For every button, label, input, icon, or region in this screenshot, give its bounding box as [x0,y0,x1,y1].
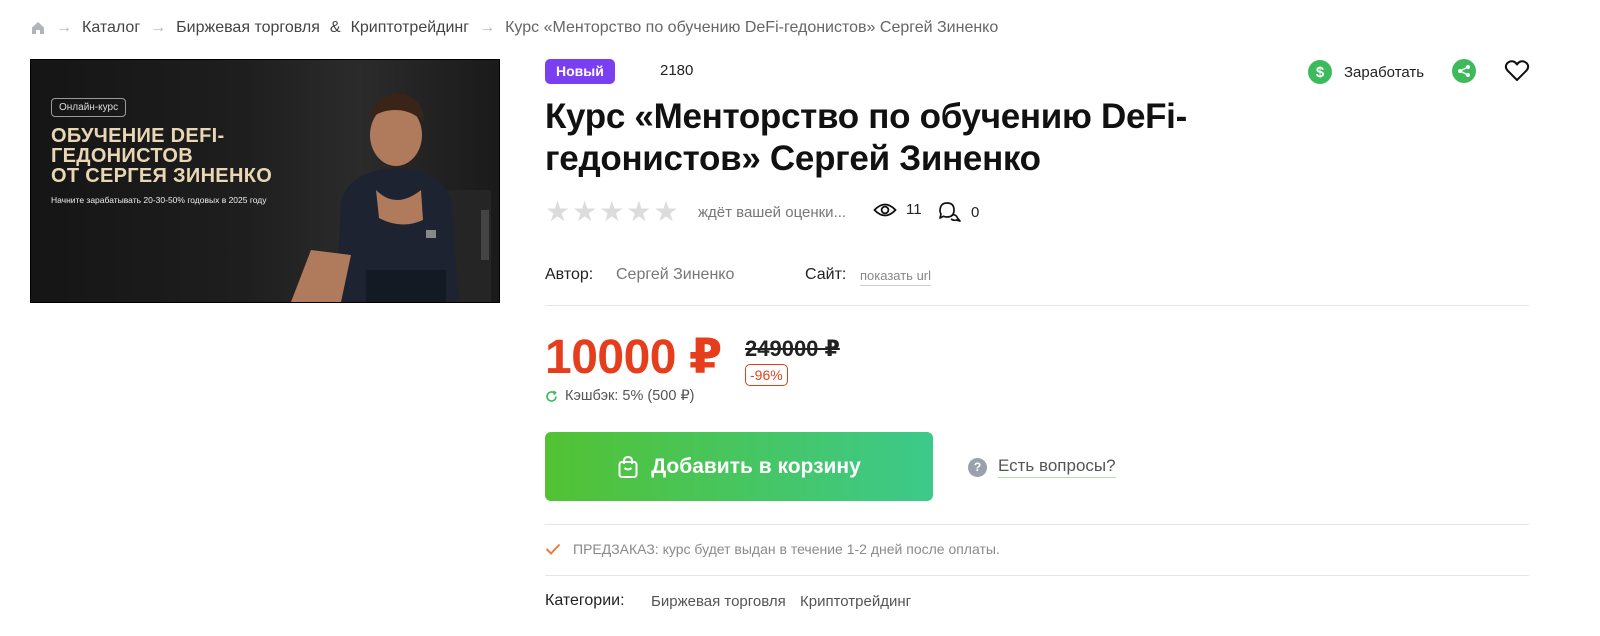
breadcrumb-current: Курс «Менторство по обучению DeFi-гедони… [505,19,999,36]
banner-heading-line2: ГЕДОНИСТОВ [51,145,193,167]
checkmark-icon [545,543,561,555]
views-value: 11 [906,201,922,218]
breadcrumb-section-b[interactable]: Криптотрейдинг [351,19,470,37]
star-icon[interactable]: ★ [572,198,597,226]
breadcrumb-catalog[interactable]: Каталог [82,19,140,37]
category-link[interactable]: Биржевая торговля [651,593,786,610]
preorder-text: ПРЕДЗАКАЗ: курс будет выдан в течение 1-… [573,541,1000,557]
comments-value: 0 [971,203,980,221]
banner-heading: ОБУЧЕНИЕ DEFI- ГЕДОНИСТОВ ОТ СЕРГЕЯ ЗИНЕ… [51,126,272,186]
site-label: Сайт: [805,266,847,283]
rating-label: ждёт вашей оценки... [698,204,847,221]
divider [545,575,1529,576]
breadcrumb: → Каталог → Биржевая торговля & Криптотр… [30,16,998,40]
banner-subtitle: Начните зарабатывать 20-30-50% годовых в… [51,195,267,205]
banner-heading-line1: ОБУЧЕНИЕ DEFI- [51,125,225,147]
banner-heading-line3: ОТ СЕРГЕЯ ЗИНЕНКО [51,165,273,187]
arrow-right-icon: → [479,19,496,36]
star-icon[interactable]: ★ [599,198,624,226]
author-label: Автор: [545,266,594,283]
star-icon[interactable]: ★ [653,198,678,226]
divider [545,305,1529,306]
shopping-bag-icon [618,455,638,478]
show-url-link[interactable]: показать url [860,268,932,286]
refresh-icon [546,390,557,402]
earn-link[interactable]: $ Заработать [1308,59,1424,85]
divider [545,524,1529,525]
presenter-portrait [291,93,491,302]
product-title: Курс «Менторство по обучению DeFi-гедони… [545,97,1187,178]
breadcrumb-amp: & [329,19,341,36]
product-image[interactable]: Онлайн-курс ОБУЧЕНИЕ DEFI- ГЕДОНИСТОВ ОТ… [30,59,500,303]
preorder-note: ПРЕДЗАКАЗ: курс будет выдан в течение 1-… [545,541,1000,557]
add-to-cart-button[interactable]: Добавить в корзину [545,432,933,501]
banner-tag: Онлайн-курс [51,98,127,117]
rating-stars[interactable]: ★ ★ ★ ★ ★ [545,198,679,226]
eye-icon [873,203,897,216]
home-icon[interactable] [30,20,46,36]
categories-label: Категории: [545,592,625,609]
dollar-icon: $ [1308,60,1332,84]
add-to-cart-label: Добавить в корзину [651,454,861,478]
discount-badge: -96% [745,364,788,386]
product-number: 2180 [660,62,694,79]
share-icon [1458,65,1470,77]
earn-label: Заработать [1344,63,1425,81]
heart-icon[interactable] [1504,59,1530,83]
question-icon: ? [968,457,987,477]
star-icon[interactable]: ★ [545,198,570,226]
comment-icon [939,202,961,222]
questions-link[interactable]: ? Есть вопросы? [968,456,1116,478]
old-price: 249000 ₽ [745,336,840,361]
category-link[interactable]: Криптотрейдинг [800,593,911,610]
arrow-right-icon: → [56,19,72,36]
cashback-text: Кэшбэк: 5% (500 ₽) [565,388,695,404]
share-button[interactable] [1452,59,1476,83]
current-price: 10000 ₽ [545,331,722,384]
questions-label: Есть вопросы? [998,456,1116,478]
author-name[interactable]: Сергей Зиненко [616,266,734,284]
arrow-right-icon: → [150,19,167,36]
star-icon[interactable]: ★ [626,198,651,226]
breadcrumb-section-a[interactable]: Биржевая торговля [176,19,320,37]
views-count: 11 [873,201,922,218]
new-badge: Новый [545,59,615,84]
cashback: Кэшбэк: 5% (500 ₽) [545,388,695,404]
comments-count[interactable]: 0 [938,201,979,223]
